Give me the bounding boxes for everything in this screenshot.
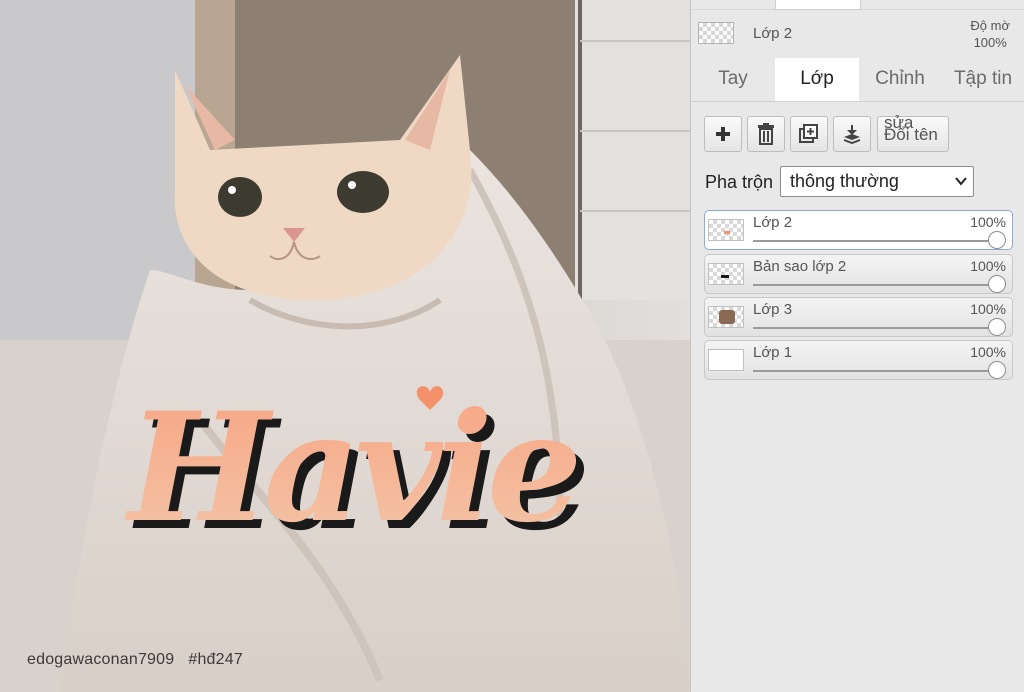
- merge-down-icon: [843, 125, 861, 144]
- layer-opacity: 100%: [970, 301, 1006, 317]
- opacity-slider-knob[interactable]: [988, 275, 1006, 293]
- layer-opacity: 100%: [970, 258, 1006, 274]
- delete-layer-button[interactable]: [747, 116, 785, 152]
- trash-icon: [758, 123, 774, 145]
- layer-name: Lớp 3: [753, 301, 793, 318]
- drawing-canvas[interactable]: Havie Havie edogawaconan7909 #hđ247: [0, 0, 690, 692]
- havie-text-artwork: Havie Havie: [124, 380, 591, 564]
- layers-panel: Lớp 2 Độ mờ 100% Tay Lớp Chỉnh Tập tin s…: [690, 0, 1024, 692]
- layer-item-lop-3[interactable]: Lớp 3 100%: [704, 297, 1013, 337]
- opacity-slider-knob[interactable]: [988, 361, 1006, 379]
- svg-text:Havie: Havie: [124, 380, 577, 556]
- top-tab-stub[interactable]: [775, 0, 861, 10]
- cat-eye-right: [337, 171, 389, 213]
- layer-item-lop-1[interactable]: Lớp 1 100%: [704, 340, 1013, 380]
- canvas-artwork: Havie Havie: [0, 0, 690, 692]
- layer-thumbnail: [708, 219, 744, 241]
- plus-icon: [716, 127, 730, 141]
- cat-eye-left: [218, 177, 262, 217]
- duplicate-icon: [799, 124, 818, 143]
- merge-down-button[interactable]: [833, 116, 871, 152]
- opacity-slider-track[interactable]: [753, 327, 998, 329]
- current-layer-thumbnail: [698, 22, 734, 44]
- tab-divider: [691, 101, 1024, 102]
- opacity-label: Độ mờ: [970, 18, 1010, 33]
- opacity-slider-track[interactable]: [753, 284, 998, 286]
- layer-opacity: 100%: [970, 344, 1006, 360]
- tab-file[interactable]: Tập tin: [941, 58, 1024, 102]
- opacity-slider-track[interactable]: [753, 370, 998, 372]
- panel-tabs: Tay Lớp Chỉnh Tập tin: [691, 58, 1024, 102]
- layer-thumbnail: [708, 263, 744, 285]
- tab-hand[interactable]: Tay: [691, 58, 775, 102]
- layer-name: Lớp 2: [753, 214, 793, 231]
- layer-name: Bản sao lớp 2: [753, 258, 847, 275]
- layer-item-ban-sao-lop-2[interactable]: Bản sao lớp 2 100%: [704, 254, 1013, 294]
- tab-layers[interactable]: Lớp: [775, 58, 859, 102]
- watermark-tag: #hđ247: [188, 651, 243, 668]
- watermark-user: edogawaconan7909: [27, 651, 175, 668]
- current-layer-name: Lớp 2: [753, 25, 793, 42]
- opacity-slider-knob[interactable]: [988, 231, 1006, 249]
- layer-thumbnail: [708, 306, 744, 328]
- opacity-slider-track[interactable]: [753, 240, 998, 242]
- layer-opacity: 100%: [970, 214, 1006, 230]
- blend-mode-select[interactable]: thông thường: [780, 166, 974, 197]
- opacity-slider-knob[interactable]: [988, 318, 1006, 336]
- wall-right: [575, 0, 690, 300]
- layer-item-lop-2[interactable]: Lớp 2 100%: [704, 210, 1013, 250]
- layer-name: Lớp 1: [753, 344, 793, 361]
- duplicate-layer-button[interactable]: [790, 116, 828, 152]
- add-layer-button[interactable]: [704, 116, 742, 152]
- blend-mode-label: Pha trộn: [705, 172, 774, 192]
- blend-mode-value: thông thường: [790, 171, 899, 191]
- opacity-value: 100%: [973, 35, 1007, 50]
- rename-layer-button[interactable]: sửa Đổi tên: [877, 113, 949, 152]
- tab-adjust[interactable]: Chỉnh: [859, 58, 941, 102]
- rename-label: Đổi tên: [884, 125, 938, 144]
- layer-thumbnail: [708, 349, 744, 371]
- watermark: edogawaconan7909 #hđ247: [27, 651, 243, 669]
- current-layer-opacity: Độ mờ 100%: [970, 17, 1010, 51]
- chevron-down-icon: [955, 167, 967, 207]
